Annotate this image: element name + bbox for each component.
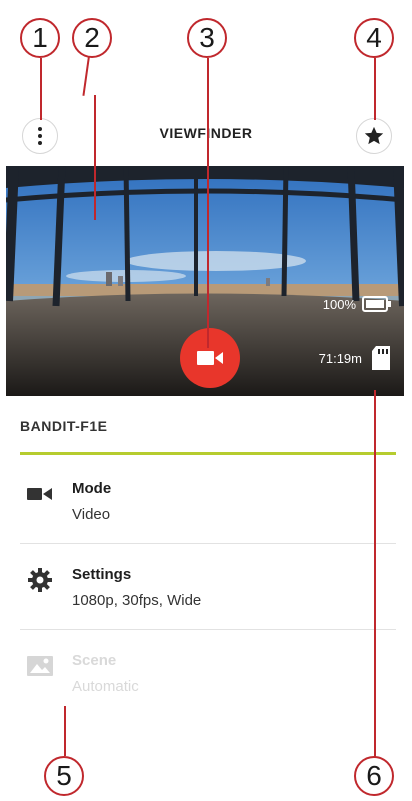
- header: VIEWFINDER: [0, 110, 412, 160]
- mode-label: Mode: [72, 480, 112, 497]
- list-item-scene: Scene Automatic: [20, 630, 396, 716]
- callout-1: 1: [20, 18, 60, 58]
- list-item-mode[interactable]: Mode Video: [20, 458, 396, 544]
- gear-icon: [28, 568, 52, 592]
- callout-4: 4: [354, 18, 394, 58]
- battery-status: 100%: [323, 296, 392, 312]
- record-button[interactable]: [180, 328, 240, 388]
- time-remaining-label: 71:19m: [318, 350, 362, 366]
- dot-icon: [38, 141, 42, 145]
- device-name: BANDIT-F1E: [20, 418, 108, 434]
- sd-card-icon: [372, 346, 390, 370]
- callout-2: 2: [72, 18, 112, 58]
- scene-value: Automatic: [72, 678, 139, 695]
- battery-fill: [366, 300, 384, 308]
- callout-line-1: [40, 58, 42, 120]
- scene-label: Scene: [72, 652, 117, 669]
- camera-viewfinder[interactable]: 100% 71:19m: [6, 166, 404, 396]
- video-camera-icon: [197, 351, 223, 365]
- recording-time-remaining: 71:19m: [319, 346, 390, 370]
- image-icon: [27, 656, 53, 676]
- callout-6: 6: [354, 756, 394, 796]
- callout-line-2a: [82, 56, 90, 96]
- battery-percentage: 100%: [322, 296, 356, 312]
- favorite-button[interactable]: [356, 118, 392, 154]
- callout-line-4: [374, 58, 376, 120]
- callout-line-6: [374, 390, 376, 758]
- battery-icon: [362, 296, 391, 312]
- callout-line-2b: [94, 95, 96, 220]
- callout-line-3: [207, 58, 209, 348]
- mode-value: Video: [72, 506, 111, 523]
- page-title: VIEWFINDER: [159, 125, 253, 141]
- settings-label: Settings: [72, 566, 132, 583]
- callout-5: 5: [44, 756, 84, 796]
- video-camera-icon: [27, 488, 52, 500]
- star-icon: [364, 126, 384, 145]
- callout-3: 3: [187, 18, 227, 58]
- callout-line-5: [64, 706, 66, 756]
- settings-value: 1080p, 30fps, Wide: [72, 592, 202, 609]
- list-item-settings[interactable]: Settings 1080p, 30fps, Wide: [20, 544, 396, 630]
- accent-divider: [20, 452, 396, 455]
